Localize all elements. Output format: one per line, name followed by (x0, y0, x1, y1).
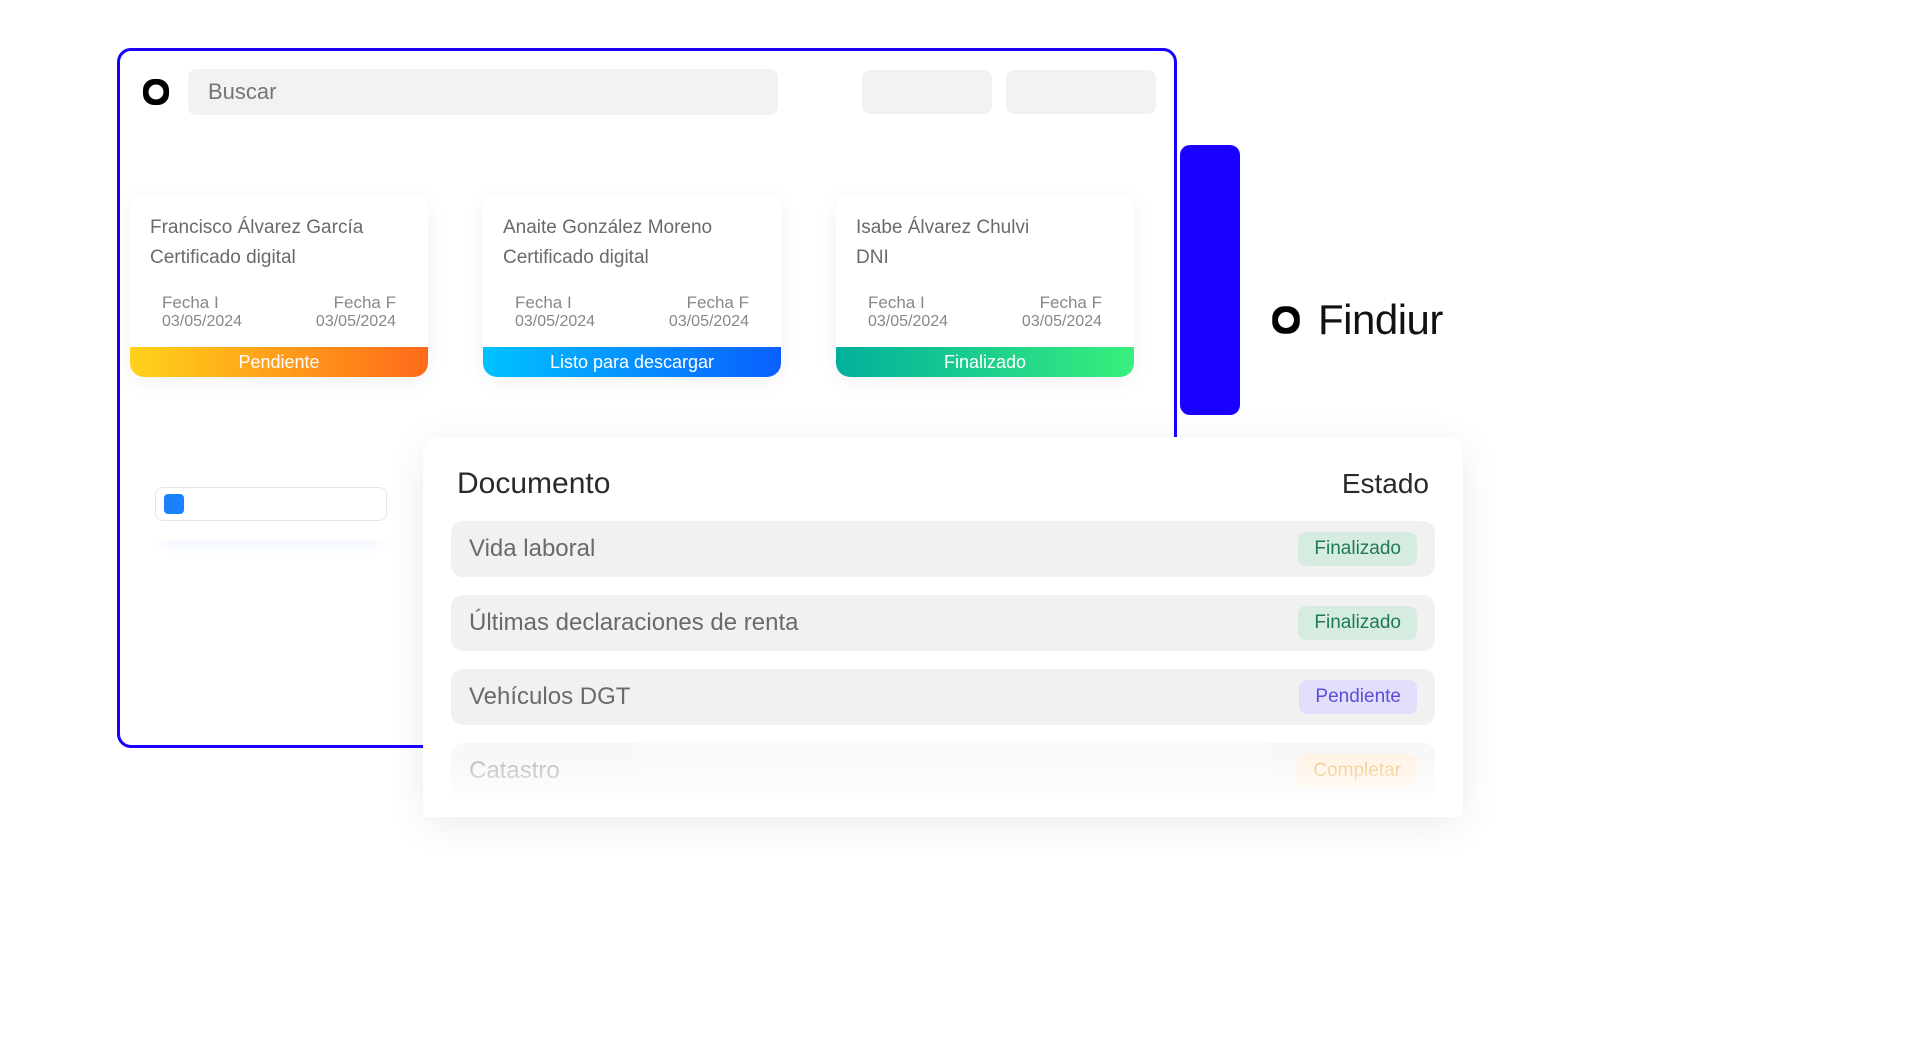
start-date-label: Fecha I (162, 293, 242, 313)
client-name: Isabe Álvarez Chulvi (856, 217, 1114, 239)
status-badge: Finalizado (1298, 606, 1417, 640)
client-doc-type: DNI (856, 247, 1114, 269)
document-row[interactable]: Vida laboral Finalizado (451, 521, 1435, 577)
search-input[interactable] (188, 69, 778, 115)
start-date-value: 03/05/2024 (868, 313, 948, 331)
end-date-value: 03/05/2024 (669, 313, 749, 331)
mini-form-preview (155, 487, 387, 547)
start-date-value: 03/05/2024 (515, 313, 595, 331)
app-logo-icon (138, 74, 174, 110)
checkbox-icon[interactable] (164, 494, 184, 514)
document-row[interactable]: Catastro Completar (451, 743, 1435, 799)
end-date-label: Fecha F (316, 293, 396, 313)
documents-panel: Documento Estado Vida laboral Finalizado… (423, 437, 1463, 817)
brand-logo-icon (1268, 302, 1304, 338)
column-header-state: Estado (1342, 468, 1429, 500)
client-card[interactable]: Isabe Álvarez Chulvi DNI Fecha I 03/05/2… (836, 195, 1134, 377)
document-row[interactable]: Vehículos DGT Pendiente (451, 669, 1435, 725)
status-badge: Pendiente (1299, 680, 1417, 714)
status-badge: Listo para descargar (483, 347, 781, 377)
mini-form-row[interactable] (155, 487, 387, 521)
status-badge: Completar (1297, 754, 1417, 788)
end-date-label: Fecha F (669, 293, 749, 313)
brand: Findiur (1268, 296, 1443, 344)
topbar-action-1[interactable] (862, 70, 992, 114)
decorative-blue-block (1180, 145, 1240, 415)
document-title: Últimas declaraciones de renta (469, 609, 799, 637)
status-badge: Finalizado (836, 347, 1134, 377)
start-date-label: Fecha I (515, 293, 595, 313)
start-date-label: Fecha I (868, 293, 948, 313)
client-name: Francisco Álvarez García (150, 217, 408, 239)
mini-form-row-shadow (155, 527, 387, 541)
document-title: Vehículos DGT (469, 683, 630, 711)
end-date-value: 03/05/2024 (1022, 313, 1102, 331)
column-header-document: Documento (457, 467, 610, 501)
topbar (138, 69, 1156, 115)
client-card[interactable]: Francisco Álvarez García Certificado dig… (130, 195, 428, 377)
end-date-value: 03/05/2024 (316, 313, 396, 331)
status-badge: Pendiente (130, 347, 428, 377)
client-doc-type: Certificado digital (150, 247, 408, 269)
document-title: Vida laboral (469, 535, 595, 563)
client-card[interactable]: Anaite González Moreno Certificado digit… (483, 195, 781, 377)
cards-row: Francisco Álvarez García Certificado dig… (130, 195, 1134, 377)
client-name: Anaite González Moreno (503, 217, 761, 239)
topbar-action-2[interactable] (1006, 70, 1156, 114)
end-date-label: Fecha F (1022, 293, 1102, 313)
status-badge: Finalizado (1298, 532, 1417, 566)
client-doc-type: Certificado digital (503, 247, 761, 269)
document-row[interactable]: Últimas declaraciones de renta Finalizad… (451, 595, 1435, 651)
document-title: Catastro (469, 757, 560, 785)
start-date-value: 03/05/2024 (162, 313, 242, 331)
brand-name: Findiur (1318, 296, 1443, 344)
